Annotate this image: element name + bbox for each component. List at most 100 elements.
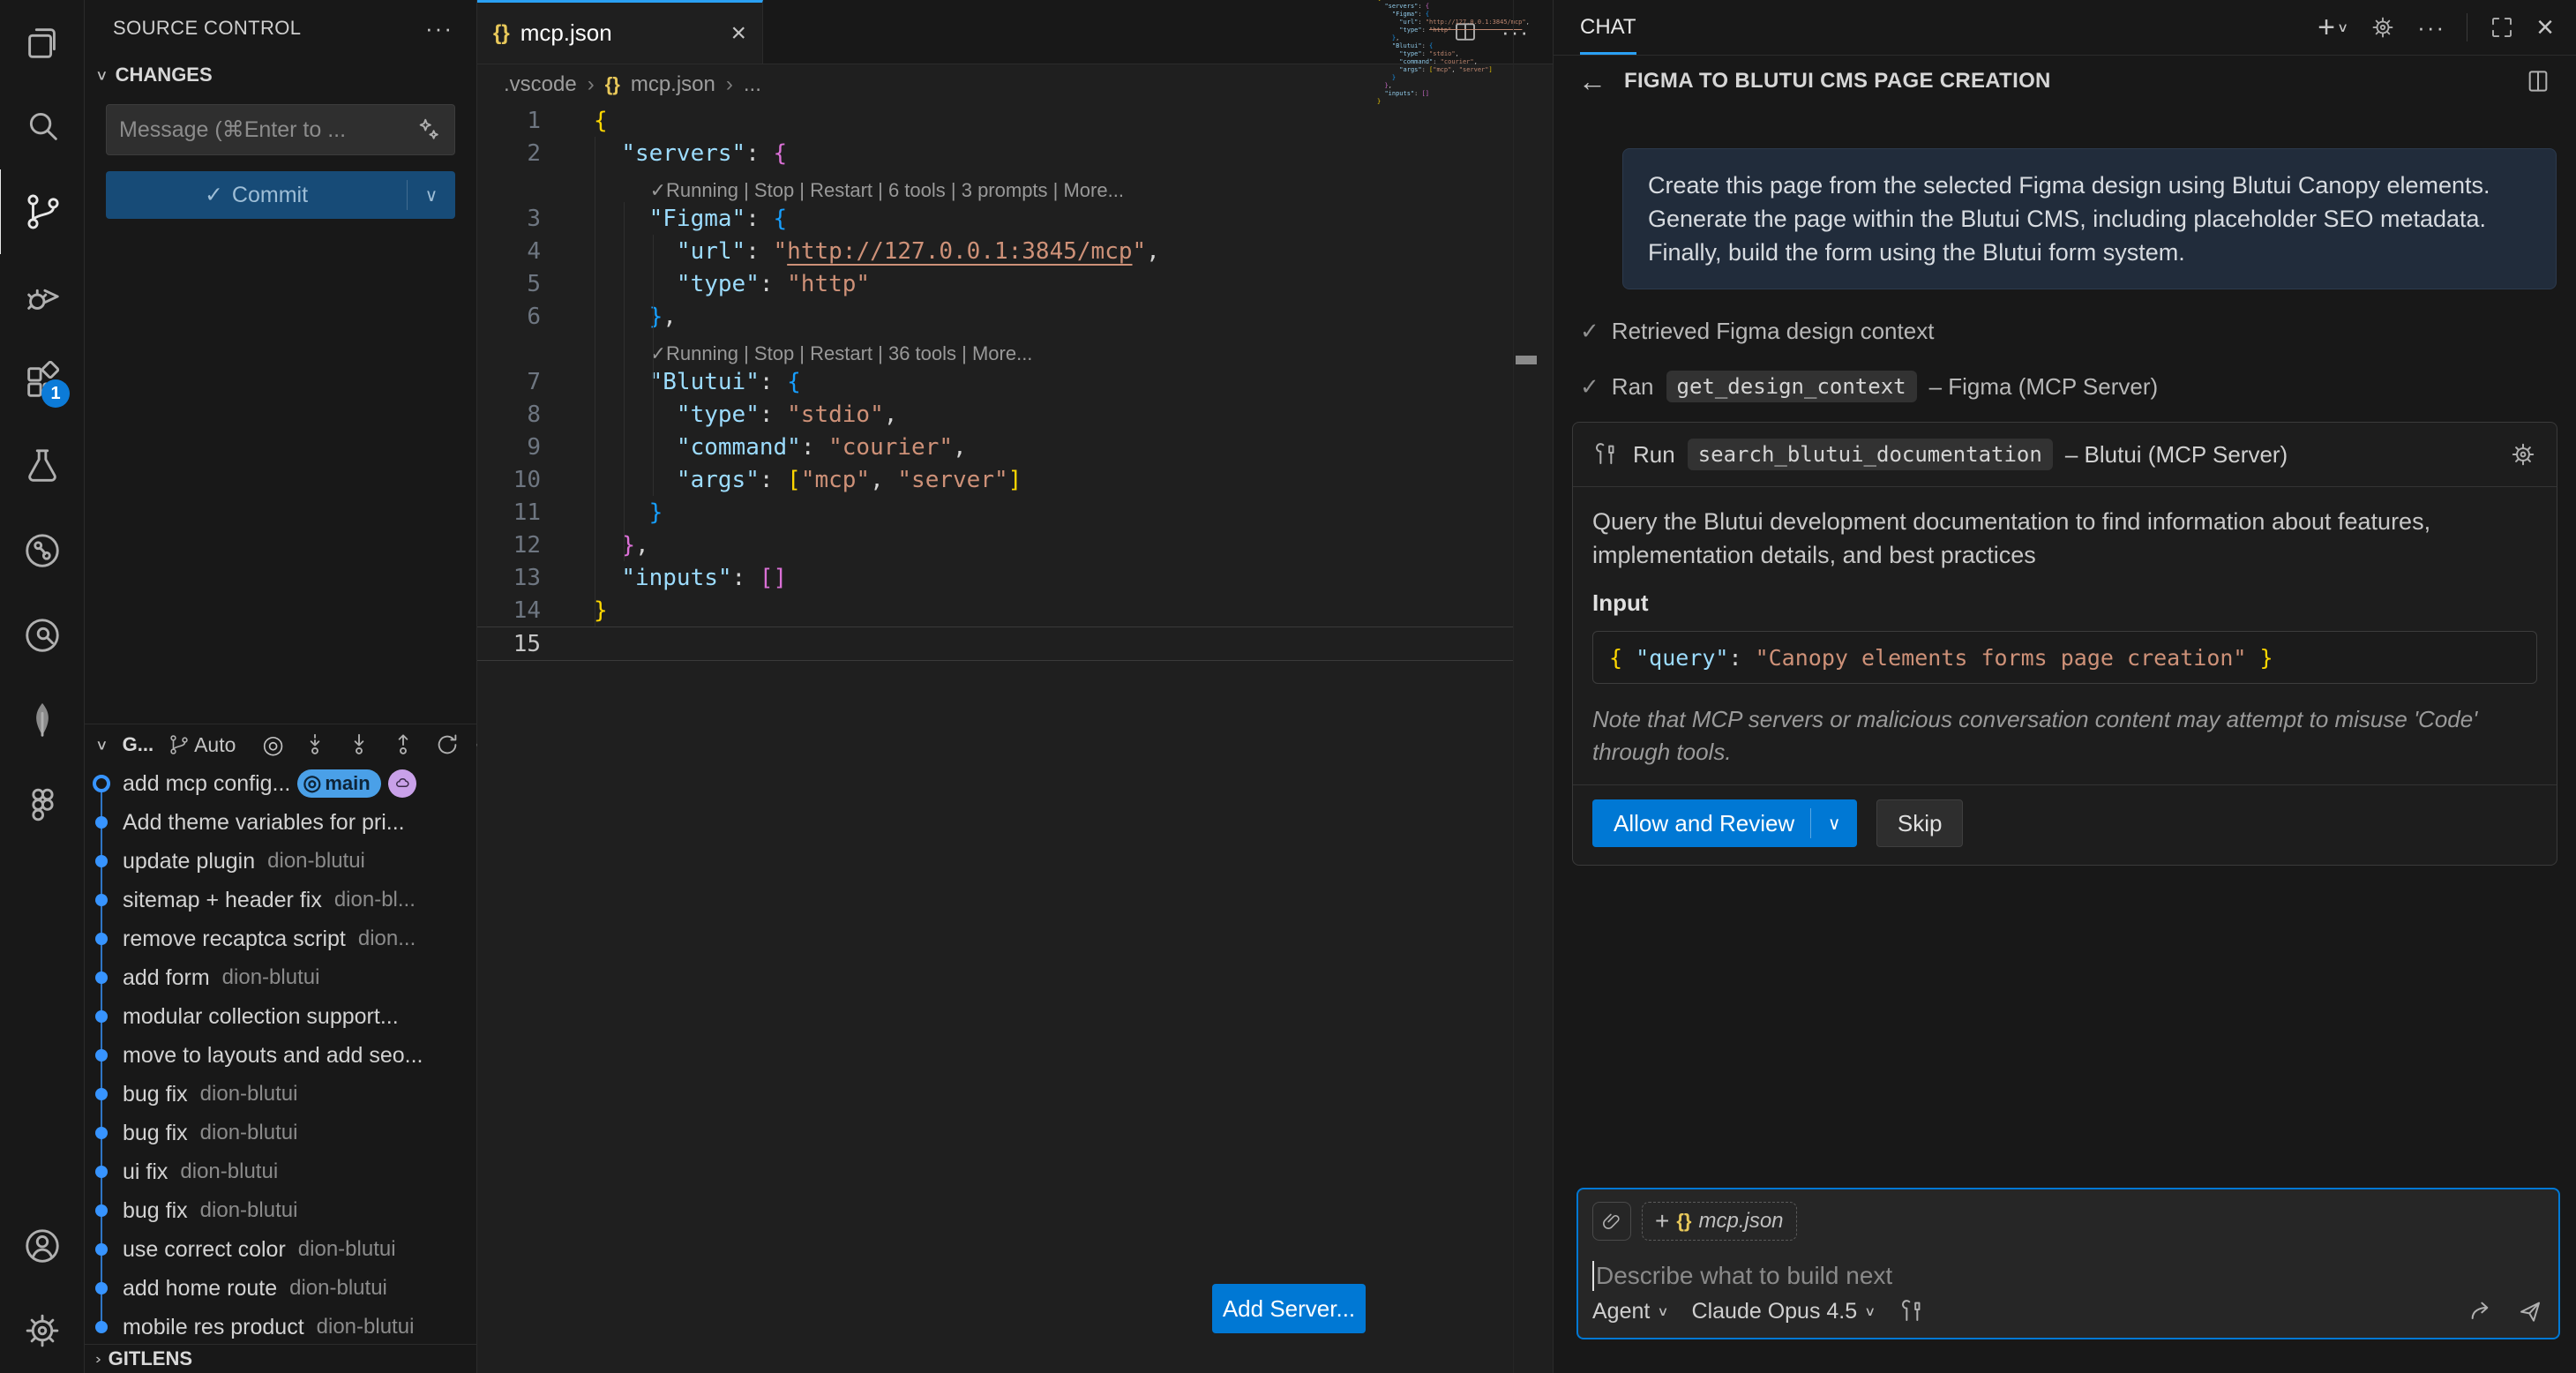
commit-repo: dion-blutui (222, 965, 320, 990)
breadcrumb-symbol[interactable]: ... (744, 72, 761, 97)
code-line[interactable]: 5 "type": "http" (477, 267, 1513, 300)
commit-message-input[interactable]: Message (⌘Enter to ... (106, 104, 455, 155)
tool-input-code[interactable]: { "query": "Canopy elements forms page c… (1592, 631, 2537, 684)
attach-button[interactable] (1592, 1202, 1631, 1241)
commit-row[interactable]: add formdion-blutui (85, 958, 476, 997)
commit-row[interactable]: ui fixdion-blutui (85, 1152, 476, 1191)
account-icon[interactable] (0, 1204, 84, 1288)
status-item[interactable]: ✓ Ran get_design_context – Figma (MCP Se… (1580, 371, 2556, 402)
graph-section-header[interactable]: ∨ G... Auto ◎ · (85, 724, 476, 765)
commit-row[interactable]: bug fixdion-blutui (85, 1114, 476, 1152)
chat-more-icon[interactable]: ··· (2417, 14, 2445, 41)
testing-icon[interactable] (0, 424, 84, 508)
commit-row[interactable]: mobile res productdion-blutui (85, 1308, 476, 1347)
commit-row[interactable]: modular collection support... (85, 997, 476, 1036)
code-line[interactable]: 13 "inputs": [] (477, 561, 1513, 594)
commit-row[interactable]: remove recaptca scriptdion... (85, 919, 476, 958)
run-debug-icon[interactable] (0, 254, 84, 339)
status-item[interactable]: ✓ Retrieved Figma design context (1580, 318, 2556, 345)
gitlens-search-icon[interactable] (0, 593, 84, 678)
codelens[interactable]: ✓Running | Stop | Restart | 36 tools | M… (477, 333, 1553, 365)
maximize-icon[interactable] (2489, 14, 2515, 41)
gitlens-graph-icon[interactable] (0, 508, 84, 593)
chat-conversation-title: FIGMA TO BLUTUI CMS PAGE CREATION (1624, 69, 2051, 94)
changes-section-header[interactable]: ∨ CHANGES (85, 56, 476, 94)
tab-close-icon[interactable]: × (730, 19, 746, 49)
commit-row[interactable]: add home routedion-blutui (85, 1269, 476, 1308)
code-text: } (594, 597, 608, 624)
chat-settings-gear-icon[interactable] (2370, 14, 2396, 41)
context-attachment-chip[interactable]: + {} mcp.json (1642, 1202, 1797, 1241)
commit-row[interactable]: move to layouts and add seo... (85, 1036, 476, 1075)
allow-dropdown-icon[interactable]: ∨ (1811, 813, 1857, 835)
code-line[interactable]: 1{ (477, 104, 1513, 137)
breadcrumb-file[interactable]: mcp.json (631, 72, 715, 97)
tool-gear-icon[interactable] (2509, 440, 2537, 469)
code-line[interactable]: 11 } (477, 496, 1513, 529)
close-panel-icon[interactable]: × (2536, 11, 2554, 45)
code-line[interactable]: 8 "type": "stdio", (477, 398, 1513, 431)
model-dropdown[interactable]: Claude Opus 4.5 ∨ (1692, 1299, 1876, 1324)
agent-label: Agent (1592, 1299, 1650, 1324)
code-line[interactable]: 14} (477, 594, 1513, 626)
commit-row[interactable]: use correct colordion-blutui (85, 1230, 476, 1269)
pull-icon[interactable] (346, 732, 372, 758)
status-suffix: – Figma (MCP Server) (1929, 373, 2159, 401)
open-in-editor-icon[interactable] (2524, 67, 2552, 95)
mongodb-icon[interactable] (0, 678, 84, 762)
figma-icon[interactable] (0, 762, 84, 847)
commit-row[interactable]: sitemap + header fixdion-bl... (85, 881, 476, 919)
commit-dot (95, 1166, 108, 1178)
code-line[interactable]: 4 "url": "http://127.0.0.1:3845/mcp", (477, 235, 1513, 267)
tool-name-chip: search_blutui_documentation (1688, 439, 2053, 470)
chat-input-box[interactable]: + {} mcp.json Describe what to build nex… (1576, 1188, 2560, 1339)
configure-tools-icon[interactable] (1898, 1297, 1927, 1325)
commit-button[interactable]: ✓ Commit ∨ (106, 171, 455, 219)
target-icon[interactable]: ◎ (262, 732, 283, 757)
codelens[interactable]: ✓Running | Stop | Restart | 6 tools | 3 … (477, 169, 1553, 202)
new-chat-button[interactable]: + ∨ (2318, 11, 2348, 45)
chat-prompt-input[interactable]: Describe what to build next (1592, 1255, 2544, 1297)
code-line[interactable]: 15 (477, 626, 1513, 661)
minimap[interactable]: { "servers": { "Figma": { "url": "http:/… (1377, 0, 1474, 106)
refresh-icon[interactable] (434, 732, 461, 758)
forward-arrow-icon[interactable] (2467, 1297, 2495, 1325)
code-line[interactable]: 3 "Figma": { (477, 202, 1513, 235)
code-line[interactable]: 10 "args": ["mcp", "server"] (477, 463, 1513, 496)
commit-row[interactable]: update plugindion-blutui (85, 842, 476, 881)
overview-ruler[interactable] (1513, 0, 1539, 1373)
explorer-icon[interactable] (0, 0, 84, 85)
code-line[interactable]: 12 }, (477, 529, 1513, 561)
back-icon[interactable]: ← (1578, 65, 1606, 98)
code-line[interactable]: 9 "command": "courier", (477, 431, 1513, 463)
graph-auto-selector[interactable]: Auto (168, 733, 236, 757)
code-line[interactable]: 2 "servers": { (477, 137, 1513, 169)
commit-row[interactable]: add mcp config...◎main (85, 764, 476, 803)
search-icon[interactable] (0, 85, 84, 169)
source-control-icon[interactable] (0, 169, 85, 254)
sparkle-icon[interactable] (416, 116, 442, 143)
send-icon[interactable] (2516, 1297, 2544, 1325)
skip-button[interactable]: Skip (1876, 799, 1963, 847)
code-line[interactable]: 6 }, (477, 300, 1513, 333)
commit-row[interactable]: bug fixdion-blutui (85, 1075, 476, 1114)
gitlens-section-header[interactable]: › GITLENS (85, 1344, 476, 1373)
commit-row[interactable]: Add theme variables for pri... (85, 803, 476, 842)
tab-mcp-json[interactable]: {} mcp.json × (477, 0, 763, 64)
fetch-icon[interactable] (302, 732, 328, 758)
breadcrumb-folder[interactable]: .vscode (504, 72, 577, 97)
branch-badge[interactable]: ◎main (297, 769, 380, 798)
push-icon[interactable] (390, 732, 416, 758)
settings-gear-icon[interactable] (0, 1288, 84, 1373)
code-line[interactable]: 7 "Blutui": { (477, 365, 1513, 398)
allow-and-review-button[interactable]: Allow and Review ∨ (1592, 799, 1857, 847)
tab-chat[interactable]: CHAT (1580, 0, 1636, 55)
extensions-icon[interactable]: 1 (0, 339, 84, 424)
add-server-button[interactable]: Add Server... (1212, 1284, 1366, 1333)
commit-dropdown-icon[interactable]: ∨ (408, 184, 455, 206)
agent-mode-dropdown[interactable]: Agent ∨ (1592, 1299, 1669, 1324)
commit-row[interactable]: bug fixdion-blutui (85, 1191, 476, 1230)
code-text: }, (594, 304, 677, 330)
sidebar-more-icon[interactable]: ··· (425, 15, 453, 42)
code-editor[interactable]: 1{2 "servers": {✓Running | Stop | Restar… (477, 104, 1553, 1373)
